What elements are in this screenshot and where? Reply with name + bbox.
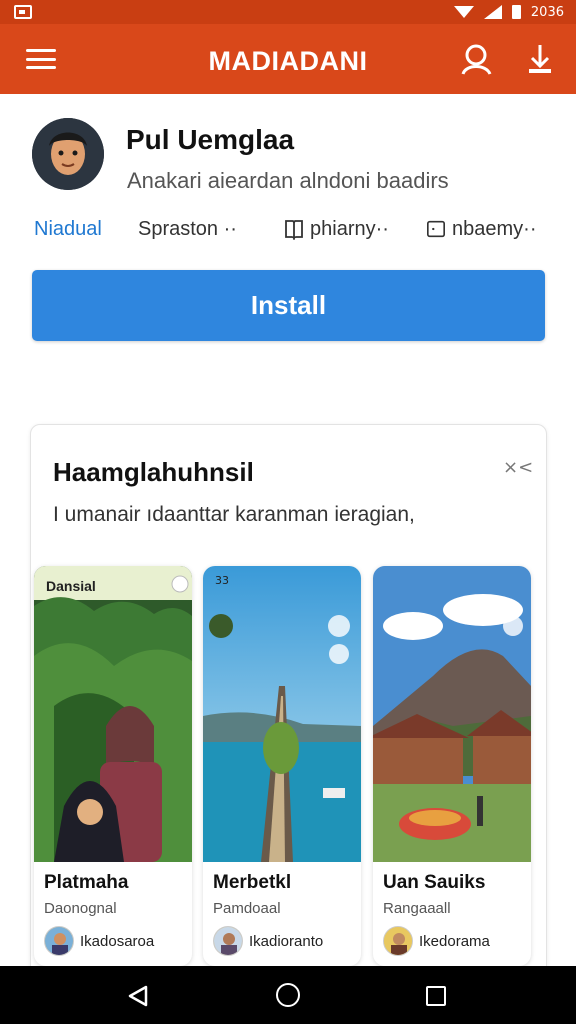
chip-label: Spraston ·· [138, 217, 237, 240]
avatar [44, 926, 74, 956]
install-button[interactable]: Install [32, 270, 545, 341]
chip-label: Niadual [34, 217, 102, 240]
info-chips: Niadual Spraston ·· phiarny·· nbaemy·· [34, 214, 554, 244]
chip-label: nbaemy·· [452, 217, 537, 240]
author-name: Ikadosaroa [80, 932, 155, 950]
chip-spraston[interactable]: Spraston ·· [138, 218, 237, 241]
card-author: Ikadosaroa [44, 926, 154, 956]
chip-niadual[interactable]: Niadual [34, 218, 136, 241]
card-author: Ikedorama [383, 926, 490, 956]
signal-icon [483, 5, 502, 19]
screenshot-card-3[interactable]: Uan Sauiks Rangaaall Ikedorama [373, 566, 531, 966]
book-icon [285, 220, 303, 240]
card-title: Merbetkl [213, 872, 292, 893]
screenshot-image: Dansial [34, 566, 192, 862]
screenshot-label: Dansial [46, 578, 96, 594]
author-name: Ikedorama [419, 932, 490, 950]
close-icon[interactable]: ×< [503, 457, 533, 478]
download-icon[interactable] [524, 42, 556, 76]
back-icon[interactable] [126, 984, 150, 1008]
card-subtitle: Pamdoaal [213, 900, 281, 917]
avatar [213, 926, 243, 956]
card-subtitle: Rangaaall [383, 900, 451, 917]
status-time: 2036 [530, 4, 564, 20]
wifi-icon [453, 6, 474, 18]
battery-icon [511, 5, 521, 19]
avatar [383, 926, 413, 956]
chip-phiarny[interactable]: phiarny·· [284, 218, 389, 241]
navigation-bar [0, 966, 576, 1024]
account-icon[interactable] [460, 42, 494, 76]
chat-icon [427, 220, 445, 238]
chip-nbaemy[interactable]: nbaemy·· [426, 218, 536, 241]
screenshot-image: 33 [203, 566, 361, 862]
status-indicators: 2036 [453, 4, 564, 20]
app-name: Pul Uemglaa [126, 124, 295, 155]
card-title: Uan Sauiks [383, 872, 486, 893]
recommendation-description: I umanair ıdaanttar karanman ieragian, [53, 503, 415, 526]
author-name: Ikadioranto [249, 932, 324, 950]
card-subtitle: Daonognal [44, 900, 117, 917]
menu-icon[interactable] [26, 49, 56, 69]
app-bar: MADIADANI [0, 24, 576, 94]
screenshot-card-2[interactable]: 33 Merbetkl Pamdoaal Ikadioranto [203, 566, 361, 966]
card-author: Ikadioranto [213, 926, 323, 956]
card-title: Platmaha [44, 872, 129, 893]
notification-icon [14, 5, 32, 19]
app-subtitle: Anakari aieardan alndoni baadirs [127, 168, 449, 193]
screenshot-card-1[interactable]: Dansial Platmaha Daonognal Ikadosaroa [34, 566, 192, 966]
recommendation-title: Haamglahuhnsil [53, 457, 254, 487]
screenshot-time: 33 [215, 574, 229, 587]
screenshot-image [373, 566, 531, 862]
home-icon[interactable] [276, 983, 300, 1007]
recents-icon[interactable] [426, 986, 446, 1006]
status-bar: 2036 [0, 0, 576, 24]
chip-label: phiarny·· [310, 217, 389, 240]
app-icon [32, 118, 104, 190]
